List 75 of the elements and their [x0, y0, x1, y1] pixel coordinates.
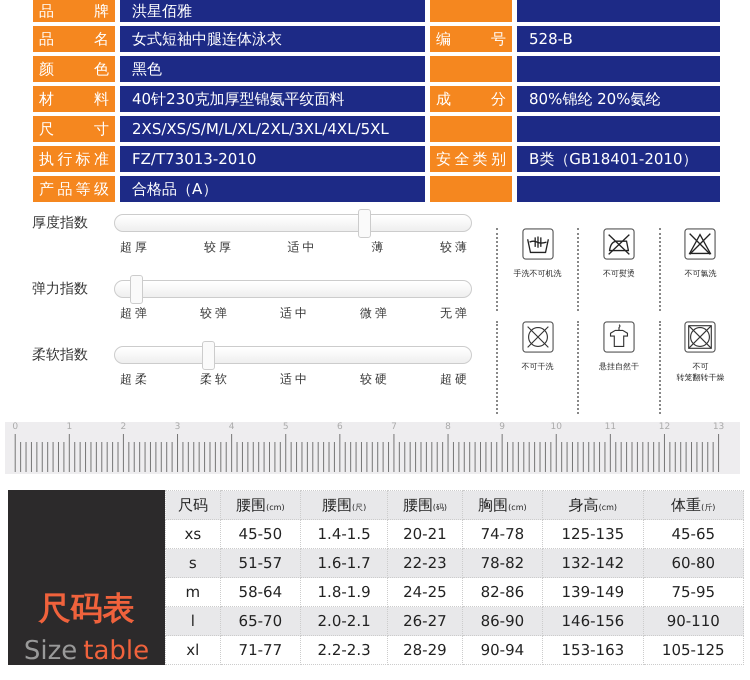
- spec-label: 执行标准: [33, 146, 115, 172]
- spec-label: 尺寸: [33, 116, 115, 142]
- ruler-number: 9: [499, 422, 505, 432]
- scale-label: 适中: [280, 305, 310, 322]
- size-table-subtitle: Size: [24, 636, 78, 666]
- spec-label: 品名: [33, 26, 115, 52]
- ruler-number: 8: [445, 422, 451, 432]
- spec-label: 编号: [430, 26, 512, 52]
- scale-label: 较厚: [204, 239, 234, 256]
- hang-dry-icon: [602, 320, 635, 352]
- scale-label: 微弹: [360, 305, 390, 322]
- spec-value: B类（GB18401-2010）: [517, 146, 720, 172]
- ruler-number: 11: [604, 422, 616, 432]
- care-label: 不可氯洗: [684, 268, 716, 279]
- no-tumble-icon: [684, 320, 716, 352]
- care-label: 不可熨烫: [602, 268, 635, 279]
- table-cell: 28-29: [388, 636, 462, 664]
- scale-label: 适中: [280, 371, 310, 388]
- scale-label: 较硬: [360, 371, 390, 388]
- ruler-number: 0: [12, 422, 18, 432]
- table-cell: xl: [166, 636, 220, 664]
- table-cell: 2.2-2.3: [300, 636, 388, 664]
- spec-value: 合格品（A）: [120, 176, 425, 202]
- care-label: 手洗不可机洗: [514, 268, 562, 279]
- table-cell: 90-94: [462, 636, 543, 664]
- no-dryclean-icon: [522, 320, 554, 352]
- scale-label: 柔软: [200, 371, 230, 388]
- spec-label: 品牌: [33, 0, 115, 22]
- scale-label: 超厚: [120, 239, 150, 256]
- spec-label: 材料: [33, 86, 115, 112]
- scale-label: 无弹: [440, 305, 470, 322]
- ruler-number: 1: [66, 422, 72, 432]
- spec-value: 40针230克加厚型锦氨平纹面料: [120, 86, 425, 112]
- care-label: 悬挂自然干: [598, 360, 639, 372]
- spec-value: 洪星佰雅: [120, 0, 425, 22]
- scale-label: 较弹: [200, 305, 230, 322]
- ruler-number: 5: [282, 422, 289, 432]
- care-label: 不可: [692, 360, 708, 372]
- ruler-number: 7: [391, 422, 397, 432]
- no-bleach-icon: [684, 228, 716, 260]
- spec-value: 528-B: [517, 26, 720, 52]
- care-label: 不可干洗: [522, 360, 554, 372]
- care-label: 转笼翻转干燥: [676, 372, 724, 382]
- table-cell: 153-163: [542, 636, 644, 664]
- ruler-number: 13: [712, 422, 724, 432]
- index-label: 弹力指数: [32, 280, 89, 298]
- spec-value: 黑色: [120, 56, 425, 82]
- size-table-title: 尺码表: [38, 588, 134, 629]
- no-iron-icon: [602, 228, 635, 260]
- ruler-number: 12: [658, 422, 670, 432]
- ruler-number: 2: [120, 422, 126, 432]
- scale-label: 较薄: [440, 239, 470, 256]
- ruler-number: 3: [174, 422, 180, 432]
- handwash-icon: [522, 228, 554, 260]
- spec-label: 安全类别: [430, 146, 512, 172]
- spec-value: 80%锦纶 20%氨纶: [517, 86, 720, 112]
- spec-label: 产品等级: [33, 176, 115, 202]
- index-label: 柔软指数: [32, 346, 89, 364]
- index-label: 厚度指数: [32, 214, 89, 232]
- ruler-number: 10: [550, 422, 562, 432]
- spec-value: FZ/T73013-2010: [120, 146, 425, 172]
- spec-label: 成分: [430, 86, 512, 112]
- scale-label: 超弹: [120, 305, 150, 322]
- spec-value: 女式短袖中腿连体泳衣: [120, 26, 425, 52]
- ruler-number: 4: [228, 422, 234, 432]
- table-cell: 71-77: [220, 636, 301, 664]
- scale-label: 超硬: [440, 371, 470, 388]
- ruler-number: 6: [336, 422, 343, 432]
- scale-label: 适中: [288, 239, 318, 256]
- spec-value: 2XS/XS/S/M/L/XL/2XL/3XL/4XL/5XL: [120, 116, 425, 142]
- scale-label: 超柔: [120, 371, 150, 388]
- scale-label: 薄: [371, 239, 386, 256]
- size-table-subtitle: table: [83, 636, 150, 666]
- table-cell: 105-125: [643, 636, 744, 664]
- spec-label: 颜色: [33, 56, 115, 82]
